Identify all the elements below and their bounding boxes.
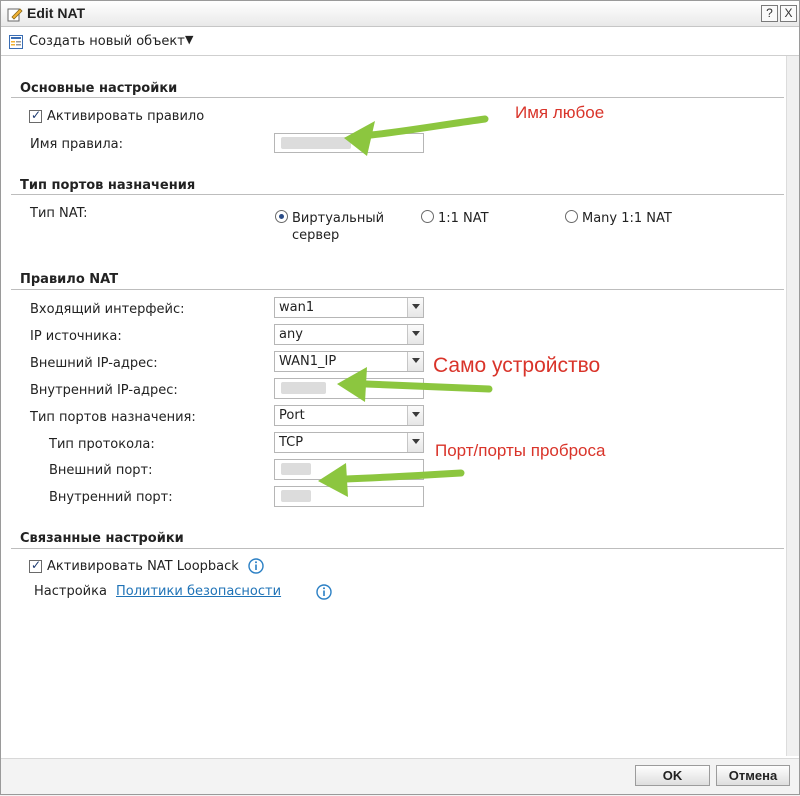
rule-name-input[interactable] bbox=[274, 133, 424, 153]
section-related-title: Связанные настройки bbox=[20, 531, 184, 546]
ok-button[interactable]: OK bbox=[635, 765, 710, 786]
create-object-menu[interactable]: Создать новый объект bbox=[29, 34, 185, 49]
annotation-ports-note: Порт/порты проброса bbox=[435, 441, 606, 460]
radio-many-1-1-nat-label: Many 1:1 NAT bbox=[582, 211, 672, 226]
caret-down-icon[interactable]: ▼ bbox=[185, 33, 193, 46]
internal-port-input[interactable] bbox=[274, 486, 424, 507]
security-policy-link[interactable]: Политики безопасности bbox=[116, 584, 281, 599]
section-nat-rule-title: Правило NAT bbox=[20, 272, 119, 287]
cancel-button[interactable]: Отмена bbox=[716, 765, 790, 786]
nat-type-label: Тип NAT: bbox=[30, 206, 88, 221]
rule-name-label: Имя правила: bbox=[30, 137, 123, 152]
check-mark-icon: ✓ bbox=[31, 558, 42, 572]
divider bbox=[11, 97, 784, 98]
port-type-value: Port bbox=[279, 408, 305, 423]
port-type-label: Тип портов назначения: bbox=[30, 410, 196, 425]
radio-selected-dot bbox=[279, 214, 284, 219]
annotation-name-note: Имя любое bbox=[515, 103, 605, 122]
divider bbox=[11, 548, 784, 549]
protocol-label: Тип протокола: bbox=[49, 437, 155, 452]
policy-prefix-label: Настройка bbox=[34, 584, 107, 599]
dropdown-arrow-icon[interactable] bbox=[407, 325, 423, 344]
redacted-value bbox=[281, 137, 351, 149]
annotation-device-note: Само устройство bbox=[433, 354, 601, 377]
internal-ip-label: Внутренний IP-адрес: bbox=[30, 383, 178, 398]
radio-virtual-server[interactable] bbox=[275, 210, 288, 223]
dropdown-arrow-icon[interactable] bbox=[407, 406, 423, 425]
incoming-interface-select[interactable]: wan1 bbox=[274, 297, 424, 318]
radio-1-1-nat-label: 1:1 NAT bbox=[438, 211, 489, 226]
title-bar: Edit NAT ? X bbox=[1, 1, 799, 27]
protocol-select[interactable]: TCP bbox=[274, 432, 424, 453]
port-type-select[interactable]: Port bbox=[274, 405, 424, 426]
close-button[interactable]: X bbox=[780, 5, 797, 22]
new-object-icon bbox=[9, 35, 23, 49]
radio-virtual-server-label: Виртуальный bbox=[292, 211, 385, 226]
source-ip-label: IP источника: bbox=[30, 329, 122, 344]
dropdown-arrow-icon[interactable] bbox=[407, 298, 423, 317]
nat-loopback-label: Активировать NAT Loopback bbox=[47, 559, 239, 574]
activate-rule-checkbox[interactable]: ✓ bbox=[29, 108, 42, 123]
source-ip-select[interactable]: any bbox=[274, 324, 424, 345]
external-ip-value: WAN1_IP bbox=[279, 354, 337, 369]
divider bbox=[11, 289, 784, 290]
dialog-footer: OK Отмена bbox=[1, 758, 799, 794]
edit-icon bbox=[7, 8, 23, 22]
window-title: Edit NAT bbox=[27, 5, 86, 21]
toolbar: Создать новый объект ▼ bbox=[1, 28, 799, 56]
dropdown-arrow-icon[interactable] bbox=[407, 433, 423, 452]
redacted-value bbox=[281, 463, 311, 475]
external-ip-label: Внешний IP-адрес: bbox=[30, 356, 158, 371]
protocol-value: TCP bbox=[279, 435, 304, 450]
edit-nat-dialog: Edit NAT ? X Создать новый объект ▼ Осно… bbox=[0, 0, 800, 795]
info-icon[interactable] bbox=[248, 558, 264, 574]
source-ip-value: any bbox=[279, 327, 303, 342]
section-basic-title: Основные настройки bbox=[20, 81, 178, 96]
internal-port-label: Внутренний порт: bbox=[49, 490, 173, 505]
incoming-interface-label: Входящий интерфейс: bbox=[30, 302, 185, 317]
redacted-value bbox=[281, 490, 311, 502]
radio-virtual-server-label-line2: сервер bbox=[292, 228, 340, 243]
divider bbox=[11, 194, 784, 195]
dropdown-arrow-icon[interactable] bbox=[407, 352, 423, 371]
internal-ip-input[interactable] bbox=[274, 378, 424, 399]
radio-1-1-nat[interactable] bbox=[421, 210, 434, 223]
redacted-value bbox=[281, 382, 326, 394]
external-ip-select[interactable]: WAN1_IP bbox=[274, 351, 424, 372]
help-button[interactable]: ? bbox=[761, 5, 778, 22]
info-icon[interactable] bbox=[316, 584, 332, 600]
activate-rule-label: Активировать правило bbox=[47, 109, 205, 124]
scrollbar[interactable] bbox=[786, 56, 799, 756]
external-port-input[interactable] bbox=[274, 459, 424, 480]
check-mark-icon: ✓ bbox=[31, 108, 42, 122]
incoming-interface-value: wan1 bbox=[279, 300, 315, 315]
radio-many-1-1-nat[interactable] bbox=[565, 210, 578, 223]
section-dest-ports-title: Тип портов назначения bbox=[20, 178, 196, 193]
nat-loopback-checkbox[interactable]: ✓ bbox=[29, 558, 42, 573]
external-port-label: Внешний порт: bbox=[49, 463, 153, 478]
